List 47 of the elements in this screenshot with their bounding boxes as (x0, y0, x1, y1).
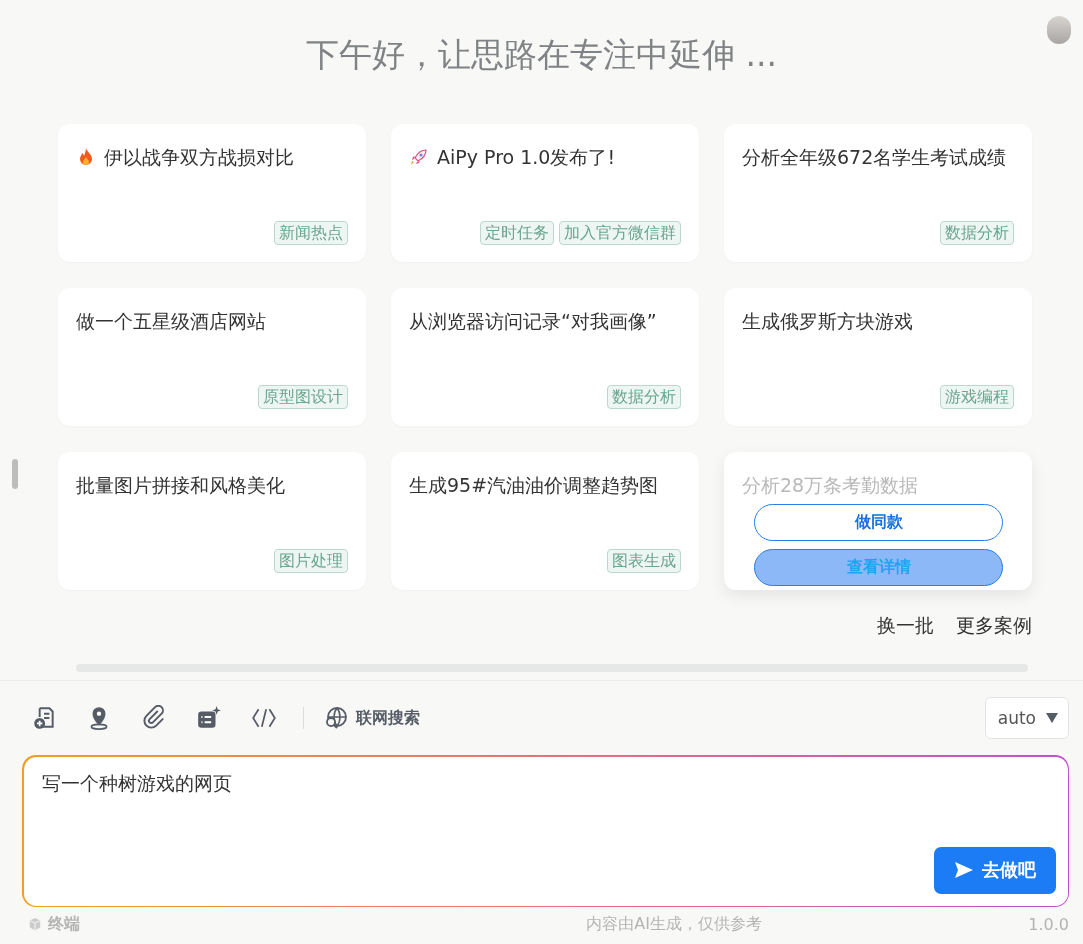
text-link[interactable]: 换一批 (877, 610, 934, 640)
card-title: 伊以战争双方战损对比 (76, 142, 348, 172)
category-tag: 定时任务 (480, 221, 554, 245)
card-title: 分析28万条考勤数据 (742, 473, 920, 498)
prompt-text: 写一个种树游戏的网页 (41, 770, 233, 796)
example-card[interactable]: AiPy Pro 1.0发布了! 定时任务 加入官方微信群 (391, 124, 699, 262)
card-title: 分析全年级672名学生考试成绩 (742, 145, 1008, 170)
disclaimer-text: 内容由AI生成，仅供参考 (586, 913, 762, 935)
web-search-button[interactable]: 联网搜索 (324, 706, 420, 730)
card-title: 生成95#汽油油价调整趋势图 (409, 473, 660, 498)
category-tag: 原型图设计 (258, 385, 348, 409)
model-select[interactable]: auto (984, 697, 1069, 739)
add-document-icon[interactable] (31, 705, 57, 731)
send-icon (953, 860, 974, 880)
version-text: 1.0.0 (1028, 914, 1069, 934)
ai-list-icon[interactable] (196, 705, 222, 731)
category-tag: 游戏编程 (940, 385, 1014, 409)
example-card[interactable]: 批量图片拼接和风格美化 图片处理 (58, 452, 366, 590)
paperclip-icon[interactable] (141, 705, 167, 731)
caret-icon (1046, 713, 1058, 723)
category-tag: 新闻热点 (274, 221, 348, 245)
card-title: AiPy Pro 1.0发布了! (409, 142, 681, 172)
category-tag: 数据分析 (940, 221, 1014, 245)
category-tag: 加入官方微信群 (559, 221, 681, 245)
text-link[interactable]: 更多案例 (956, 610, 1032, 640)
example-card[interactable]: 生成95#汽油油价调整趋势图 图表生成 (391, 452, 699, 590)
category-tag: 图片处理 (274, 549, 348, 573)
card-title: 从浏览器访问记录“对我画像” (409, 309, 658, 334)
globe-search-icon (324, 706, 348, 730)
card-title: 生成俄罗斯方块游戏 (742, 309, 914, 334)
greeting: 下午好，让思路在专注中延伸 ... (305, 34, 778, 76)
cube-icon (28, 917, 42, 931)
same-style-button[interactable]: 做同款 (754, 504, 1003, 541)
prompt-input[interactable]: 写一个种树游戏的网页 去做吧 (22, 755, 1069, 907)
example-card[interactable]: 做一个五星级酒店网站 原型图设计 (58, 288, 366, 426)
example-card[interactable]: 伊以战争双方战损对比 新闻热点 (58, 124, 366, 262)
rocket-icon (409, 147, 429, 167)
example-card[interactable]: 从浏览器访问记录“对我画像” 数据分析 (391, 288, 699, 426)
example-card[interactable]: 分析全年级672名学生考试成绩 数据分析 (724, 124, 1032, 262)
category-tag: 图表生成 (607, 549, 681, 573)
send-button[interactable]: 去做吧 (933, 846, 1056, 894)
example-card[interactable]: 分析28万条考勤数据 做同款 查看详情 (724, 452, 1032, 590)
category-tag: 数据分析 (607, 385, 681, 409)
example-card[interactable]: 生成俄罗斯方块游戏 游戏编程 (724, 288, 1032, 426)
card-title: 批量图片拼接和风格美化 (76, 473, 286, 498)
scrollbar-handle[interactable] (12, 459, 18, 489)
card-title: 做一个五星级酒店网站 (76, 309, 267, 334)
